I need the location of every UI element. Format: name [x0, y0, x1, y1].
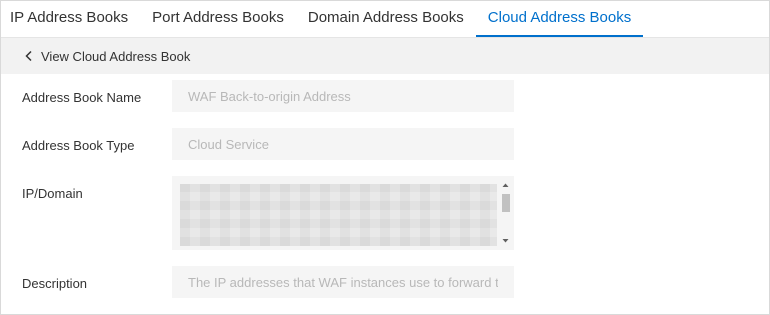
- scroll-down-arrow-icon[interactable]: [497, 234, 514, 248]
- address-book-type-field[interactable]: [172, 128, 514, 160]
- tab-cloud-address-books[interactable]: Cloud Address Books: [475, 1, 644, 37]
- description-label: Description: [22, 276, 88, 291]
- address-book-tabs: IP Address Books Port Address Books Doma…: [1, 1, 769, 38]
- address-book-type-label: Address Book Type: [22, 138, 135, 153]
- ip-domain-scrollbar[interactable]: [497, 176, 514, 250]
- back-link-label: View Cloud Address Book: [41, 48, 191, 64]
- ip-domain-textarea[interactable]: [172, 176, 514, 250]
- scrollbar-thumb[interactable]: [502, 194, 510, 212]
- address-book-name-field[interactable]: [172, 80, 514, 112]
- description-field[interactable]: [172, 266, 514, 298]
- chevron-left-icon: [25, 50, 32, 62]
- redacted-ip-list: [180, 184, 498, 246]
- scroll-up-arrow-icon[interactable]: [497, 178, 514, 192]
- tab-domain-address-books[interactable]: Domain Address Books: [296, 1, 476, 37]
- cloud-address-book-panel: IP Address Books Port Address Books Doma…: [0, 0, 770, 315]
- address-book-name-label: Address Book Name: [22, 90, 142, 105]
- tab-ip-address-books[interactable]: IP Address Books: [1, 1, 140, 37]
- tab-port-address-books[interactable]: Port Address Books: [140, 1, 296, 37]
- ip-domain-label: IP/Domain: [22, 186, 83, 201]
- back-to-list-link[interactable]: View Cloud Address Book: [1, 38, 769, 74]
